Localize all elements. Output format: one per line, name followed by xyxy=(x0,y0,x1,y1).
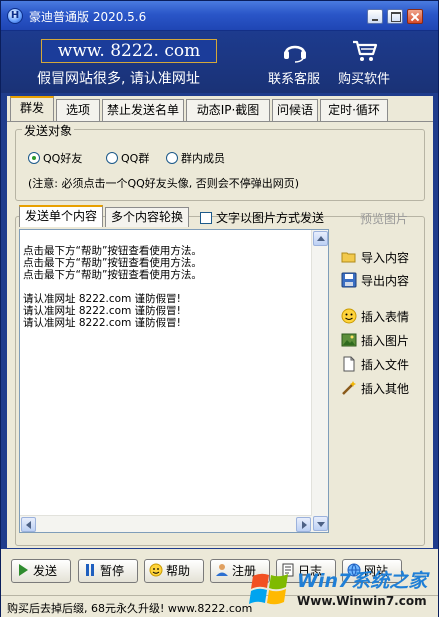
radio-dot-icon xyxy=(28,152,40,164)
title-bar[interactable]: H 豪迪普通版 2020.5.6 xyxy=(1,1,438,31)
message-line: 点击最下方“帮助”按钮查看使用方法。 xyxy=(23,257,202,269)
status-text: 购买后去掉后缀, 68元永久升级! www.8222.com xyxy=(7,602,253,615)
tab-schedule[interactable]: 定时·循环 xyxy=(320,99,388,121)
message-line: 点击最下方“帮助”按钮查看使用方法。 xyxy=(23,269,202,281)
watermark-url: Www.Winwin7.com xyxy=(297,594,427,608)
website-url-badge: www. 8222. com xyxy=(41,39,217,63)
insert-file-button[interactable]: 插入文件 xyxy=(341,355,409,375)
radio-dot-icon xyxy=(106,152,118,164)
pause-label: 暂停 xyxy=(100,564,125,578)
horizontal-scrollbar[interactable] xyxy=(20,515,312,532)
pause-icon xyxy=(86,564,94,576)
maximize-button[interactable] xyxy=(387,9,403,24)
user-icon xyxy=(216,564,228,576)
message-line: 请认准网址 8222.com 谨防假冒! xyxy=(23,317,181,329)
radio-qq-friends[interactable]: QQ好友 xyxy=(28,150,82,166)
message-line xyxy=(23,281,311,293)
play-icon xyxy=(19,564,28,576)
tab-options[interactable]: 选项 xyxy=(56,99,100,121)
preview-image-button[interactable]: 预览图片 xyxy=(360,210,408,227)
radio-qq-group[interactable]: QQ群 xyxy=(106,150,149,166)
contact-service-label: 联系客服 xyxy=(267,72,320,87)
buy-software-label: 购买软件 xyxy=(337,72,390,87)
radio-label: 群内成员 xyxy=(181,152,225,165)
send-target-group: 发送对象 QQ好友 QQ群 群内成员 (注意: 必须点击一个QQ好友头像, 否则… xyxy=(15,122,425,201)
content-group: 发送单个内容 多个内容轮换 文字以图片方式发送 预览图片 点击最下方“帮助”按钮… xyxy=(15,205,425,546)
message-textarea[interactable]: 点击最下方“帮助”按钮查看使用方法。 点击最下方“帮助”按钮查看使用方法。 点击最下… xyxy=(19,229,329,533)
radio-label: QQ好友 xyxy=(43,152,83,165)
send-target-title: 发送对象 xyxy=(22,122,75,139)
insert-other-button[interactable]: 插入其他 xyxy=(341,379,409,399)
message-line: 请认准网址 8222.com 谨防假冒! xyxy=(23,293,181,305)
minimize-button[interactable] xyxy=(367,9,383,24)
import-content-label: 导入内容 xyxy=(361,251,410,265)
insert-image-button[interactable]: 插入图片 xyxy=(341,331,409,351)
image-mode-checkbox[interactable]: 文字以图片方式发送 xyxy=(200,209,324,226)
app-window: H 豪迪普通版 2020.5.6 www. 8222. com 假冒网站很多, … xyxy=(0,0,439,617)
tab-greeting[interactable]: 问候语 xyxy=(272,99,318,121)
banner-slogan: 假冒网站很多, 请认准网址 xyxy=(37,71,200,87)
insert-file-label: 插入文件 xyxy=(361,358,410,372)
pause-button[interactable]: 暂停 xyxy=(78,559,138,583)
subtab-single-content[interactable]: 发送单个内容 xyxy=(19,205,103,227)
radio-group-members[interactable]: 群内成员 xyxy=(166,150,225,166)
main-panel: 群发 选项 禁止发送名单 动态IP·截图 问候语 定时·循环 发送对象 QQ好友… xyxy=(7,96,433,548)
export-content-label: 导出内容 xyxy=(361,274,410,288)
smiley-icon xyxy=(341,308,357,324)
picture-icon xyxy=(341,333,357,347)
help-button[interactable]: 帮助 xyxy=(144,559,204,583)
import-content-button[interactable]: 导入内容 xyxy=(341,248,409,268)
vertical-scrollbar[interactable] xyxy=(311,230,328,532)
insert-emoji-button[interactable]: 插入表情 xyxy=(341,307,409,327)
message-text: 点击最下方“帮助”按钮查看使用方法。 点击最下方“帮助”按钮查看使用方法。 点击最下… xyxy=(23,233,311,353)
header-banner: www. 8222. com 假冒网站很多, 请认准网址 联系客服 购买软件 xyxy=(1,31,438,93)
wand-icon xyxy=(342,381,356,395)
tab-dynamic-ip[interactable]: 动态IP·截图 xyxy=(186,99,270,121)
contact-service-button[interactable]: 联系客服 xyxy=(263,37,325,89)
checkbox-box-icon xyxy=(200,212,212,224)
insert-image-label: 插入图片 xyxy=(361,334,410,348)
window-title: 豪迪普通版 2020.5.6 xyxy=(29,10,147,24)
main-tabs: 群发 选项 禁止发送名单 动态IP·截图 问候语 定时·循环 xyxy=(7,96,433,122)
folder-open-icon xyxy=(341,252,356,263)
scroll-down-icon[interactable] xyxy=(313,516,328,531)
send-label: 发送 xyxy=(33,564,58,578)
file-icon xyxy=(343,356,355,372)
insert-other-label: 插入其他 xyxy=(361,382,410,396)
tab-mass-send[interactable]: 群发 xyxy=(10,96,54,122)
help-label: 帮助 xyxy=(166,564,191,578)
image-mode-label: 文字以图片方式发送 xyxy=(216,211,325,225)
scroll-left-icon[interactable] xyxy=(21,517,36,532)
shopping-cart-icon xyxy=(353,40,378,61)
scroll-right-icon[interactable] xyxy=(296,517,311,532)
scroll-up-icon[interactable] xyxy=(313,231,328,246)
radio-label: QQ群 xyxy=(121,152,150,165)
insert-emoji-label: 插入表情 xyxy=(361,310,410,324)
save-disk-icon xyxy=(341,272,357,288)
send-target-note: (注意: 必须点击一个QQ好友头像, 否则会不停弹出网页) xyxy=(28,177,300,190)
site-watermark: Win7系统之家 Www.Winwin7.com xyxy=(249,562,439,616)
radio-dot-icon xyxy=(166,152,178,164)
windows-logo-icon xyxy=(249,573,288,605)
subtab-multi-content[interactable]: 多个内容轮换 xyxy=(105,207,189,227)
message-line: 请认准网址 8222.com 谨防假冒! xyxy=(23,305,181,317)
smiley-icon xyxy=(149,563,163,577)
close-button[interactable] xyxy=(407,9,423,24)
watermark-title: Win7系统之家 xyxy=(297,570,428,592)
app-logo-icon: H xyxy=(7,8,23,24)
tab-block-list[interactable]: 禁止发送名单 xyxy=(102,99,184,121)
message-line: 点击最下方“帮助”按钮查看使用方法。 xyxy=(23,245,202,257)
headset-icon xyxy=(284,45,306,63)
buy-software-button[interactable]: 购买软件 xyxy=(333,37,395,89)
send-button[interactable]: 发送 xyxy=(11,559,71,583)
export-content-button[interactable]: 导出内容 xyxy=(341,271,409,291)
